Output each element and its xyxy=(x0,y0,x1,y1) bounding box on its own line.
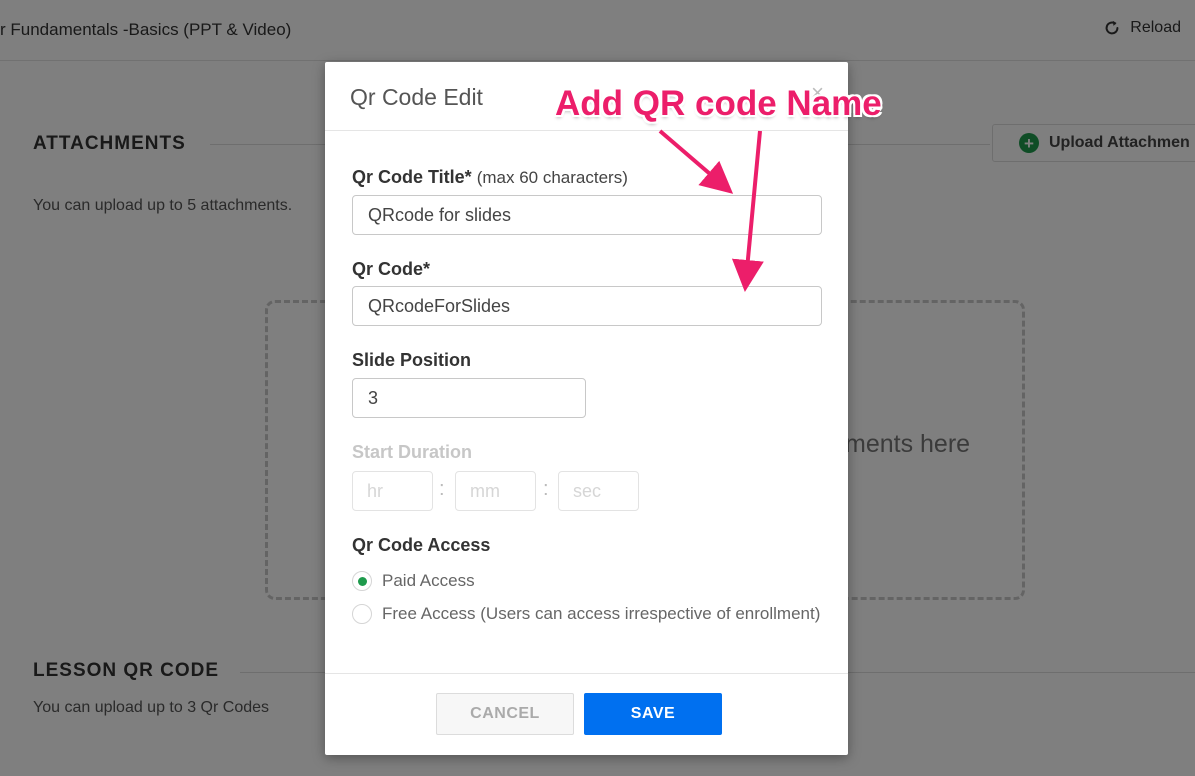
duration-separator: : xyxy=(439,478,445,500)
free-access-label: Free Access (Users can access irrespecti… xyxy=(382,604,821,623)
duration-separator: : xyxy=(543,478,549,500)
qr-access-label: Qr Code Access xyxy=(352,535,491,555)
qr-title-label: Qr Code Title* (max 60 characters) xyxy=(352,167,628,188)
radio-free-access[interactable]: Free Access (Users can access irrespecti… xyxy=(352,604,820,624)
duration-sec-input[interactable] xyxy=(558,471,639,511)
radio-paid-access[interactable]: Paid Access xyxy=(352,571,475,591)
paid-access-label: Paid Access xyxy=(382,571,475,590)
duration-mm-input[interactable] xyxy=(455,471,536,511)
qr-code-edit-modal: Qr Code Edit × Qr Code Title* (max 60 ch… xyxy=(325,62,848,755)
annotation-label: Add QR code Name xyxy=(555,84,882,123)
radio-button-selected[interactable] xyxy=(352,571,372,591)
modal-footer-divider xyxy=(325,673,848,674)
duration-hr-input[interactable] xyxy=(352,471,433,511)
slide-position-input[interactable] xyxy=(352,378,586,418)
radio-button[interactable] xyxy=(352,604,372,624)
qr-title-label-text: Qr Code Title* xyxy=(352,167,472,187)
qr-title-note: (max 60 characters) xyxy=(476,168,628,187)
start-duration-label: Start Duration xyxy=(352,442,473,462)
slide-position-label: Slide Position xyxy=(352,350,472,370)
qr-code-input[interactable] xyxy=(352,286,822,326)
qr-title-input[interactable] xyxy=(352,195,822,235)
modal-title: Qr Code Edit xyxy=(350,84,483,110)
qr-code-label: Qr Code* xyxy=(352,259,431,279)
modal-header-divider xyxy=(325,130,848,131)
cancel-button[interactable]: CANCEL xyxy=(436,693,574,735)
save-button[interactable]: SAVE xyxy=(584,693,722,735)
